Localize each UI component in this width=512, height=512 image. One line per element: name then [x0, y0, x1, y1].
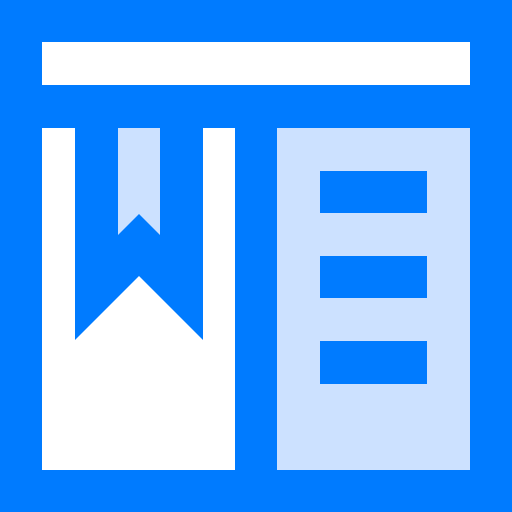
bookmark-document-window-icon: [0, 0, 512, 512]
icon-canvas: [0, 0, 512, 512]
text-line-3: [320, 341, 427, 384]
text-line-1: [320, 171, 427, 213]
title-bar: [42, 42, 470, 85]
text-line-2: [320, 256, 427, 298]
